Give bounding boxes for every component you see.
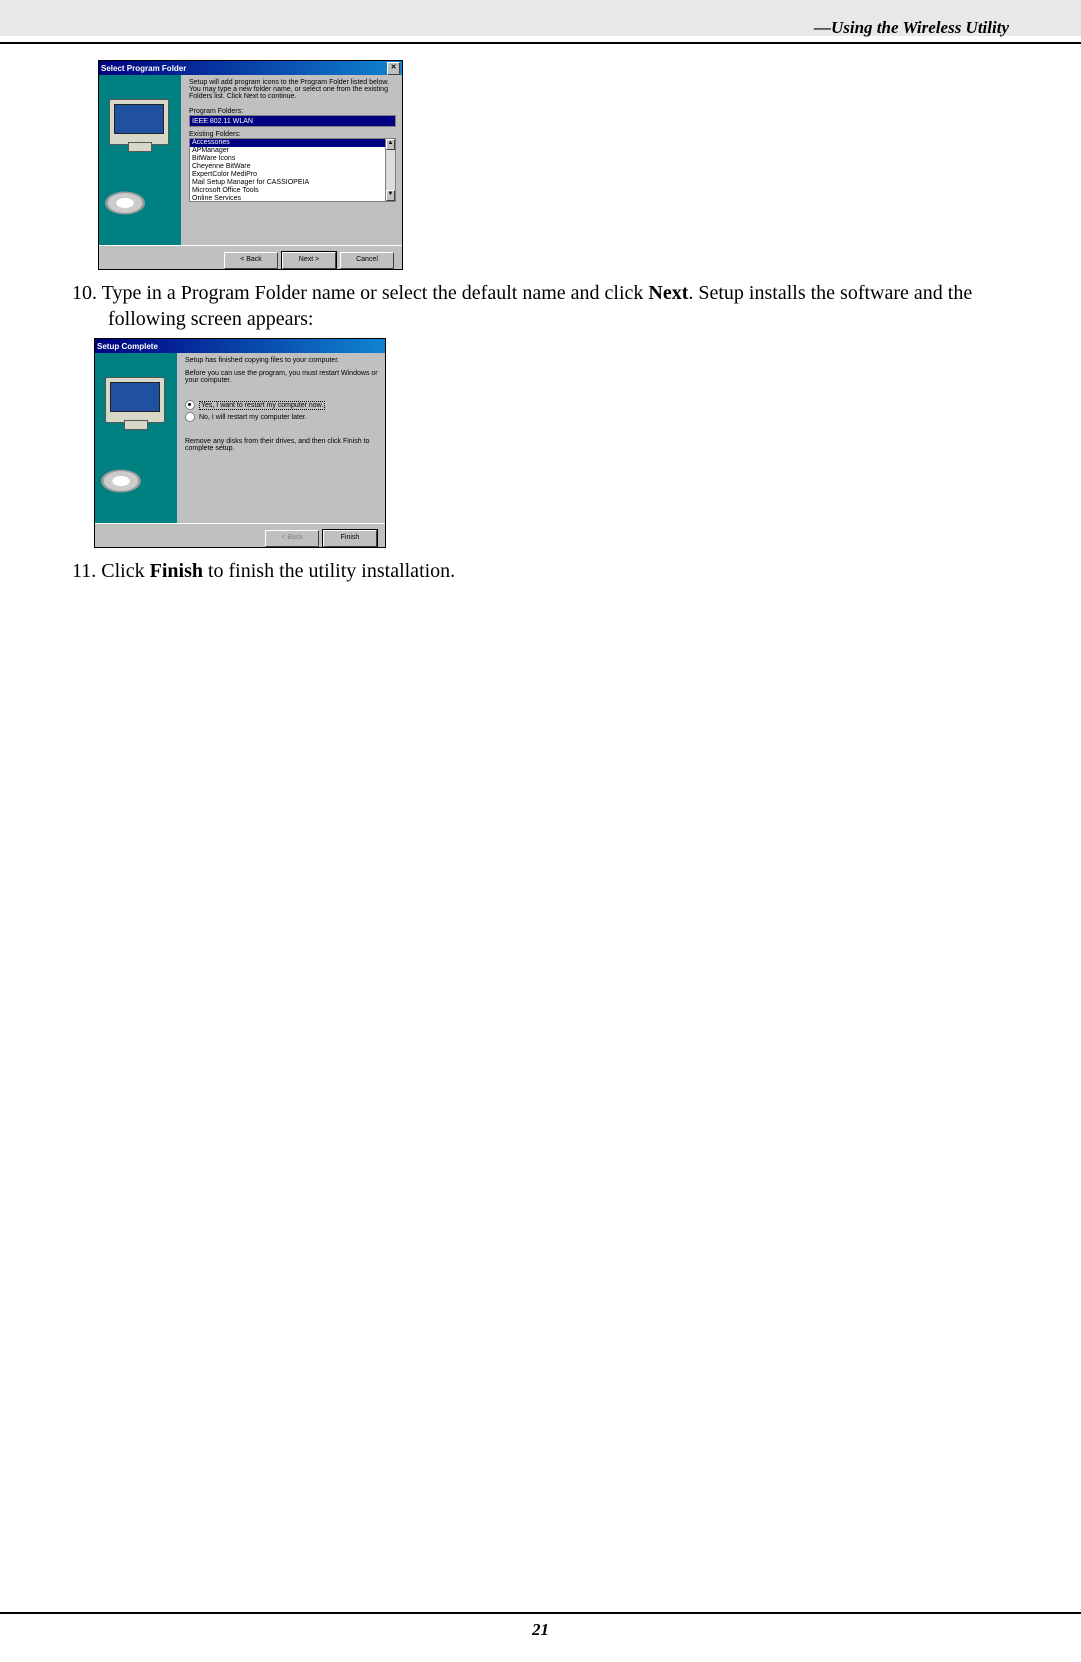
back-button[interactable]: < Back [224,252,278,269]
step-text-pre: Type in a Program Folder name or select … [102,282,649,304]
list-item[interactable]: Microsoft Office Tools [190,187,395,195]
step-text-post: to finish the utility installation. [203,560,455,582]
finish-button[interactable]: Finish [323,530,377,547]
program-folder-value: IEEE 802.11 WLAN [192,118,253,125]
page-number: 21 [0,1620,1081,1640]
header-title: —Using the Wireless Utility [814,18,1009,38]
page-content: Select Program Folder ✕ Setup will add p… [72,60,1009,590]
step-10: 10. Type in a Program Folder name or sel… [72,280,1009,332]
radio-restart-now[interactable]: Yes, I want to restart my computer now. [185,400,379,410]
radio-dot-icon [185,412,195,422]
list-item[interactable]: Accessories [190,139,395,147]
titlebar-text: Setup Complete [97,342,158,351]
list-item[interactable]: ExpertColor MediPro [190,171,395,179]
cd-icon [105,192,145,215]
list-item[interactable]: Cheyenne BitWare [190,163,395,171]
list-item[interactable]: Online Services [190,195,395,202]
next-button[interactable]: Next > [282,252,336,269]
scroll-up-button[interactable]: ▲ [386,139,395,150]
titlebar-text: Select Program Folder [101,64,186,73]
titlebar: Setup Complete [95,339,385,353]
dialog-body: Setup will add program icons to the Prog… [99,75,402,245]
list-item[interactable]: Mail Setup Manager for CASSIOPEIA [190,179,395,187]
wizard-sidebar [95,353,177,523]
scrollbar[interactable]: ▲ ▼ [385,139,395,201]
dialog-body: Setup has finished copying files to your… [95,353,385,523]
radio-label: Yes, I want to restart my computer now. [199,401,325,410]
right-panel: Setup will add program icons to the Prog… [181,75,402,245]
monitor-icon [105,377,165,423]
setup-text-1: Setup has finished copying files to your… [185,357,379,364]
existing-folders-listbox[interactable]: Accessories APManager BitWare Icons Chey… [189,138,396,202]
label-program-folders: Program Folders: [189,108,396,115]
scroll-down-button[interactable]: ▼ [386,190,395,201]
radio-restart-later[interactable]: No, I will restart my computer later. [185,412,379,422]
setup-text-3: Remove any disks from their drives, and … [185,438,379,452]
button-row: < Back Finish [95,523,385,553]
radio-label: No, I will restart my computer later. [199,414,307,421]
right-panel: Setup has finished copying files to your… [177,353,385,523]
intro-text: Setup will add program icons to the Prog… [189,79,396,100]
titlebar: Select Program Folder ✕ [99,61,402,75]
back-button: < Back [265,530,319,547]
step-11: 11. Click Finish to finish the utility i… [72,558,1009,584]
step-text-bold: Next [648,282,688,304]
document-page: —Using the Wireless Utility Select Progr… [0,0,1081,1662]
button-row: < Back Next > Cancel [99,245,402,275]
close-button[interactable]: ✕ [387,62,400,75]
cancel-button[interactable]: Cancel [340,252,394,269]
cd-icon [101,470,141,493]
list-item[interactable]: APManager [190,147,395,155]
program-folder-input[interactable]: IEEE 802.11 WLAN [189,115,396,127]
wizard-sidebar [99,75,181,245]
dialog-setup-complete: Setup Complete Setup has finished copyin… [94,338,386,548]
divider-bottom [0,1612,1081,1614]
step-text-pre: Click [101,560,149,582]
divider-top [0,42,1081,44]
dialog-select-program-folder: Select Program Folder ✕ Setup will add p… [98,60,403,270]
step-text-bold: Finish [150,560,203,582]
list-item[interactable]: BitWare Icons [190,155,395,163]
step-number: 10. [72,282,97,304]
label-existing-folders: Existing Folders: [189,131,396,138]
radio-dot-icon [185,400,195,410]
step-number: 11. [72,560,96,582]
setup-text-2: Before you can use the program, you must… [185,370,379,384]
monitor-icon [109,99,169,145]
